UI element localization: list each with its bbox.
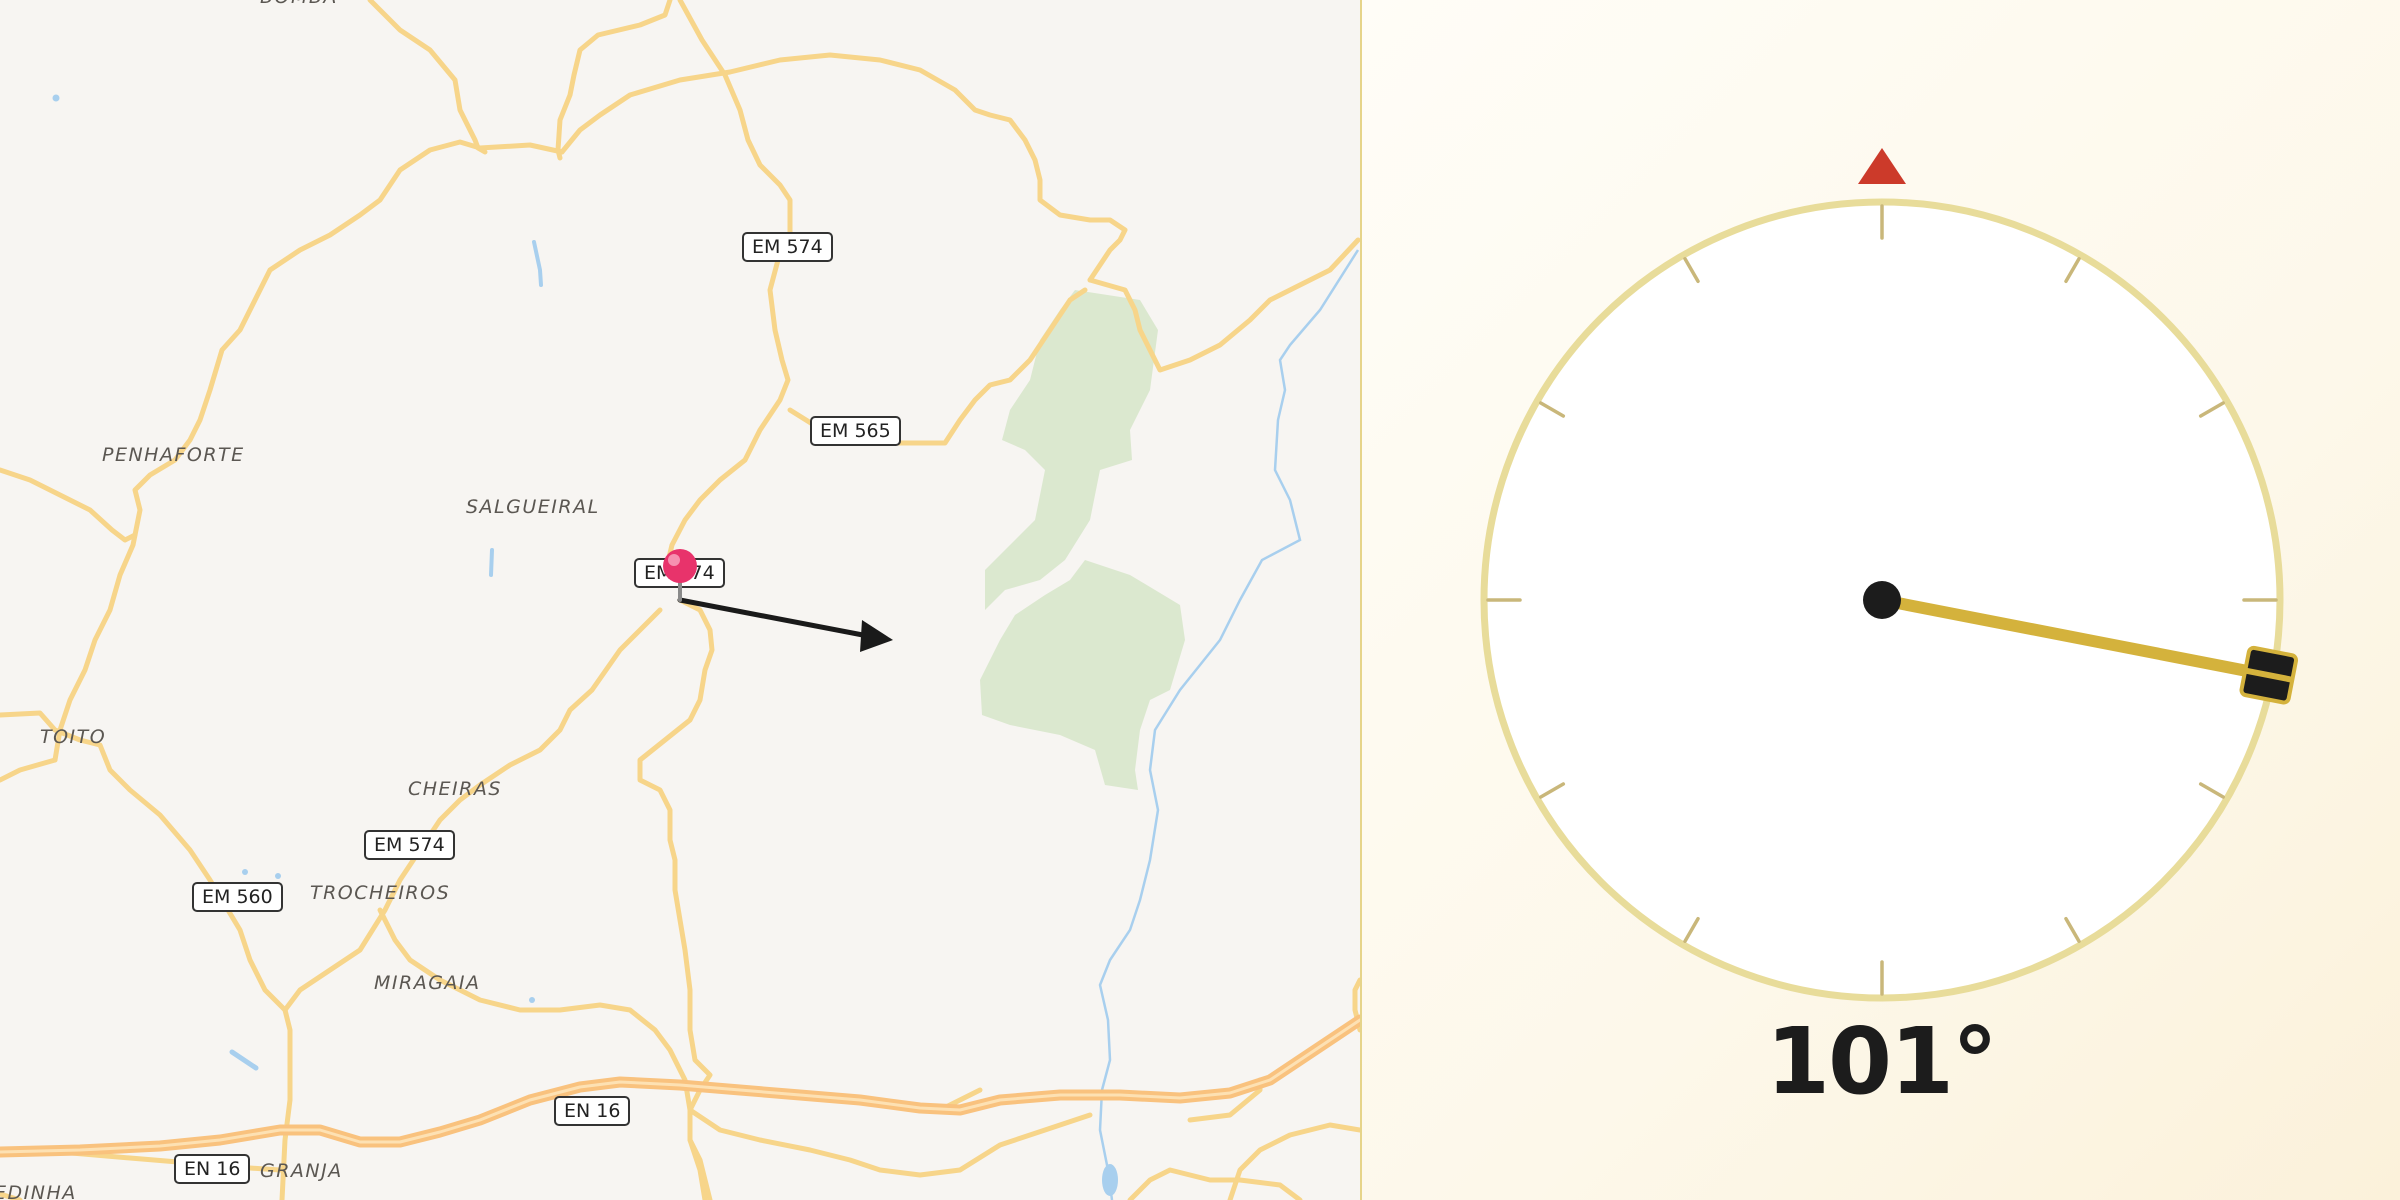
heading-readout: 101°	[1765, 1008, 1998, 1115]
place-label-edinha: EDINHA	[0, 1182, 77, 1200]
compass-center-hub	[1863, 581, 1901, 619]
place-label-miragaia: MIRAGAIA	[374, 972, 481, 994]
road-shield-en16-left: EN 16	[174, 1154, 251, 1184]
road-shield-em574-pin: EM 574	[634, 558, 725, 588]
map-base	[0, 0, 1360, 1200]
road-shield-em565: EM 565	[810, 416, 901, 446]
pond-small-1	[532, 240, 543, 287]
bearing-arrow-head	[860, 620, 893, 652]
pond-small-2	[489, 548, 494, 577]
place-label-penhaforte: PENHAFORTE	[102, 444, 245, 466]
pond	[1102, 1164, 1118, 1196]
place-label-bomba: BOMBA	[260, 0, 338, 8]
pond-small-3	[229, 1049, 259, 1071]
north-marker-icon	[1858, 148, 1906, 184]
place-label-salgueiral: SALGUEIRAL	[466, 496, 600, 518]
needle-drag-handle[interactable]	[2239, 645, 2299, 705]
map-view[interactable]: BOMBA PENHAFORTE SALGUEIRAL TOITO CHEIRA…	[0, 0, 1360, 1200]
road-shield-em574: EM 574	[742, 232, 833, 262]
pond-small-4	[52, 94, 60, 102]
pond-small-5	[529, 997, 535, 1003]
place-label-toito: TOITO	[40, 726, 107, 748]
forest-area-south	[980, 560, 1185, 790]
pond-small-6	[242, 869, 248, 875]
road-shield-em560: EM 560	[192, 882, 283, 912]
place-label-granja: GRANJA	[260, 1160, 343, 1182]
place-label-trocheiros: TROCHEIROS	[310, 882, 451, 904]
forest-area-north	[985, 290, 1158, 610]
place-label-cheiras: CHEIRAS	[408, 778, 502, 800]
road-shield-em574-low: EM 574	[364, 830, 455, 860]
major-road-en16-inner	[0, 1018, 1360, 1154]
compass-panel: 101°	[1362, 0, 2400, 1200]
road-shield-en16-mid: EN 16	[554, 1096, 631, 1126]
pond-small-7	[275, 873, 281, 879]
